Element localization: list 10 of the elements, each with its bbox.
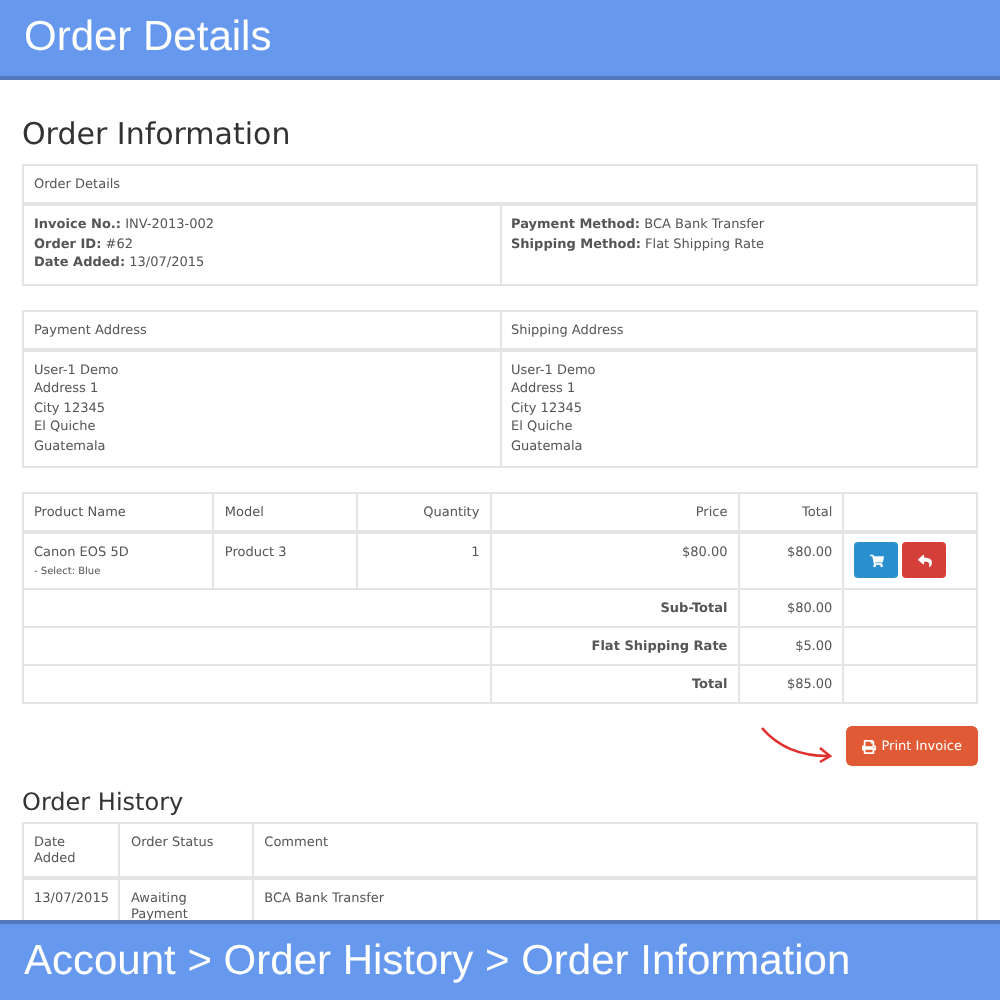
print-icon — [861, 739, 876, 753]
cart-icon — [869, 553, 884, 567]
section-title: Order History — [22, 788, 186, 816]
reply-icon — [917, 553, 932, 567]
return-button[interactable] — [902, 542, 947, 578]
page-title: Order Information — [22, 116, 293, 152]
arrow-drawing — [757, 724, 838, 768]
page-banner: Order Details — [0, 0, 1000, 80]
breadcrumb-bar: Account > Order History > Order Information — [0, 920, 1000, 1000]
reorder-button[interactable] — [854, 542, 899, 578]
